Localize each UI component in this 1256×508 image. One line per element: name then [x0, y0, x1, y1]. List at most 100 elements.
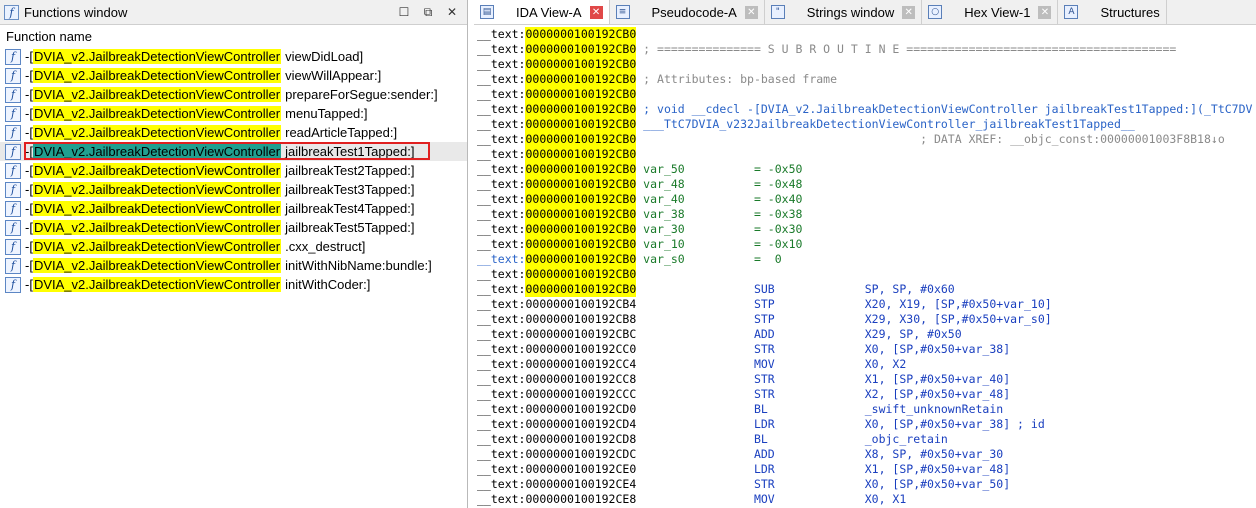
segment-prefix: __text:: [477, 312, 526, 326]
function-icon: f: [5, 67, 21, 84]
disasm-line[interactable]: __text: 0000000100192CD8 BL _objc_retain: [477, 432, 1256, 447]
function-icon: f: [5, 105, 21, 122]
close-icon[interactable]: ✕: [902, 5, 916, 19]
address: 0000000100192CD4: [525, 417, 637, 431]
column-header-label: Function name: [6, 28, 92, 44]
address: 0000000100192CE0: [525, 462, 637, 476]
segment-prefix: __text:: [477, 372, 526, 386]
disasm-ins: BL _objc_retain: [636, 432, 948, 446]
segment-prefix: __text:: [477, 402, 526, 416]
function-list-item[interactable]: f -[DVIA_v2.JailbreakDetectionViewControl…: [0, 199, 467, 218]
disasm-line[interactable]: __text: 0000000100192CCC STR X2, [SP,#0x5…: [477, 387, 1256, 402]
disassembly-listing[interactable]: __text: 0000000100192CB0 __text: 0000000100…: [474, 25, 1256, 507]
disasm-line[interactable]: __text: 0000000100192CE0 LDR X1, [SP,#0x5…: [477, 462, 1256, 477]
disasm-var: var_48 = -0x48: [636, 177, 803, 191]
disasm-line[interactable]: __text: 0000000100192CC0 STR X0, [SP,#0x5…: [477, 342, 1256, 357]
disasm-line[interactable]: __text: 0000000100192CB0 var_10 = -0x10: [477, 237, 1256, 252]
function-method-name: viewWillAppear:]: [285, 68, 382, 83]
function-list-item[interactable]: f -[DVIA_v2.JailbreakDetectionViewControl…: [0, 47, 467, 66]
segment-prefix: __text:: [477, 252, 526, 266]
disasm-line[interactable]: __text: 0000000100192CB0 var_s0 = 0: [477, 252, 1256, 267]
disasm-ins: LDR X1, [SP,#0x50+var_48]: [636, 462, 1011, 476]
disasm-line[interactable]: __text: 0000000100192CB0 SUB SP, SP, #0x6…: [477, 282, 1256, 297]
close-icon[interactable]: ✕: [445, 5, 459, 19]
function-list-item[interactable]: f -[DVIA_v2.JailbreakDetectionViewControl…: [0, 142, 467, 161]
disasm-line[interactable]: __text: 0000000100192CB0 ; ==============…: [477, 42, 1256, 57]
address: 0000000100192CB8: [525, 312, 637, 326]
disasm-line[interactable]: __text: 0000000100192CBC ADD X29, SP, #0x…: [477, 327, 1256, 342]
maximize-icon[interactable]: ☐: [397, 5, 411, 19]
disasm-line[interactable]: __text: 0000000100192CB0 ; DATA XREF: __o…: [477, 132, 1256, 147]
function-class-name: DVIA_v2.JailbreakDetectionViewController: [32, 163, 282, 178]
disasm-line[interactable]: __text: 0000000100192CD0 BL _swift_unknow…: [477, 402, 1256, 417]
disasm-line[interactable]: __text: 0000000100192CC8 STR X1, [SP,#0x5…: [477, 372, 1256, 387]
disasm-line[interactable]: __text: 0000000100192CB0: [477, 87, 1256, 102]
function-list-item[interactable]: f -[DVIA_v2.JailbreakDetectionViewControl…: [0, 180, 467, 199]
disasm-line[interactable]: __text: 0000000100192CB0: [477, 27, 1256, 42]
disasm-line[interactable]: __text: 0000000100192CB0: [477, 267, 1256, 282]
disasm-line[interactable]: __text: 0000000100192CB0 var_50 = -0x50: [477, 162, 1256, 177]
tab-structures[interactable]: A Structures: [1058, 0, 1167, 24]
tab-pseudocode-a[interactable]: ≡ Pseudocode-A ✕: [610, 0, 765, 24]
function-prefix: -[: [25, 239, 33, 254]
segment-prefix: __text:: [477, 462, 526, 476]
address: 0000000100192CB0: [525, 282, 637, 297]
function-list-item[interactable]: f -[DVIA_v2.JailbreakDetectionViewControl…: [0, 85, 467, 104]
segment-prefix: __text:: [477, 117, 526, 131]
function-list-item[interactable]: f -[DVIA_v2.JailbreakDetectionViewControl…: [0, 275, 467, 294]
function-name-column-header[interactable]: Function name: [0, 25, 467, 47]
disasm-line[interactable]: __text: 0000000100192CB0: [477, 147, 1256, 162]
disasm-ins: LDR X0, [SP,#0x50+var_38] ; id: [636, 417, 1045, 431]
function-icon: f: [5, 86, 21, 103]
disasm-line[interactable]: __text: 0000000100192CB8 STP X29, X30, [S…: [477, 312, 1256, 327]
disasm-line[interactable]: __text: 0000000100192CB0 var_40 = -0x40: [477, 192, 1256, 207]
disasm-line[interactable]: __text: 0000000100192CB0 var_38 = -0x38: [477, 207, 1256, 222]
function-prefix: -[: [25, 144, 33, 159]
disasm-ins: MOV X0, X1: [636, 492, 907, 506]
close-icon[interactable]: ✕: [1038, 5, 1052, 19]
disasm-line[interactable]: __text: 0000000100192CC4 MOV X0, X2: [477, 357, 1256, 372]
disasm-line[interactable]: __text: 0000000100192CB0 var_48 = -0x48: [477, 177, 1256, 192]
restore-icon[interactable]: ⧉: [421, 5, 435, 19]
function-list-item[interactable]: f -[DVIA_v2.JailbreakDetectionViewControl…: [0, 104, 467, 123]
disasm-line[interactable]: __text: 0000000100192CB0 var_30 = -0x30: [477, 222, 1256, 237]
function-list-item[interactable]: f -[DVIA_v2.JailbreakDetectionViewControl…: [0, 256, 467, 275]
close-icon[interactable]: ✕: [589, 5, 603, 19]
function-list-item[interactable]: f -[DVIA_v2.JailbreakDetectionViewControl…: [0, 66, 467, 85]
tab-ida-view-a[interactable]: ▤ IDA View-A ✕: [474, 0, 610, 24]
address: 0000000100192CB0: [525, 27, 637, 42]
function-class-name: DVIA_v2.JailbreakDetectionViewController: [32, 144, 282, 159]
function-list-item[interactable]: f -[DVIA_v2.JailbreakDetectionViewControl…: [0, 123, 467, 142]
segment-prefix: __text:: [477, 102, 526, 116]
function-prefix: -[: [25, 258, 33, 273]
segment-prefix: __text:: [477, 162, 526, 176]
disasm-line[interactable]: __text: 0000000100192CB0 ___TtC7DVIA_v232…: [477, 117, 1256, 132]
disasm-line[interactable]: __text: 0000000100192CDC ADD X8, SP, #0x5…: [477, 447, 1256, 462]
function-prefix: -[: [25, 125, 33, 140]
disasm-line[interactable]: __text: 0000000100192CE4 STR X0, [SP,#0x5…: [477, 477, 1256, 492]
segment-prefix: __text:: [477, 327, 526, 341]
disasm-line[interactable]: __text: 0000000100192CB0 ; Attributes: bp…: [477, 72, 1256, 87]
functions-window: f Functions window ☐ ⧉ ✕ Function name f…: [0, 0, 468, 508]
function-method-name: readArticleTapped:]: [285, 125, 398, 140]
disasm-line[interactable]: __text: 0000000100192CB0 ; void __cdecl -…: [477, 102, 1256, 117]
segment-prefix: __text:: [477, 357, 526, 371]
close-icon[interactable]: ✕: [744, 5, 758, 19]
function-list-item[interactable]: f -[DVIA_v2.JailbreakDetectionViewControl…: [0, 161, 467, 180]
tab-hex-view-1[interactable]: ○ Hex View-1 ✕: [922, 0, 1059, 24]
disasm-line[interactable]: __text: 0000000100192CB4 STP X20, X19, [S…: [477, 297, 1256, 312]
function-list: f -[DVIA_v2.JailbreakDetectionViewControl…: [0, 47, 467, 294]
disasm-line[interactable]: __text: 0000000100192CD4 LDR X0, [SP,#0x5…: [477, 417, 1256, 432]
address: 0000000100192CD0: [525, 402, 637, 416]
function-class-name: DVIA_v2.JailbreakDetectionViewController: [32, 277, 282, 292]
disasm-line[interactable]: __text: 0000000100192CE8 MOV X0, X1: [477, 492, 1256, 507]
function-list-item[interactable]: f -[DVIA_v2.JailbreakDetectionViewControl…: [0, 237, 467, 256]
tab-strings-window[interactable]: " Strings window ✕: [765, 0, 923, 24]
disasm-line[interactable]: __text: 0000000100192CB0: [477, 57, 1256, 72]
disasm-var: var_50 = -0x50: [636, 162, 803, 176]
strings-icon: ": [770, 5, 785, 19]
address: 0000000100192CB0: [525, 222, 637, 237]
disasm-var: var_s0 = 0: [636, 252, 782, 266]
function-list-item[interactable]: f -[DVIA_v2.JailbreakDetectionViewControl…: [0, 218, 467, 237]
disasm-decl: ___TtC7DVIA_v232JailbreakDetectionViewCo…: [636, 117, 1135, 131]
